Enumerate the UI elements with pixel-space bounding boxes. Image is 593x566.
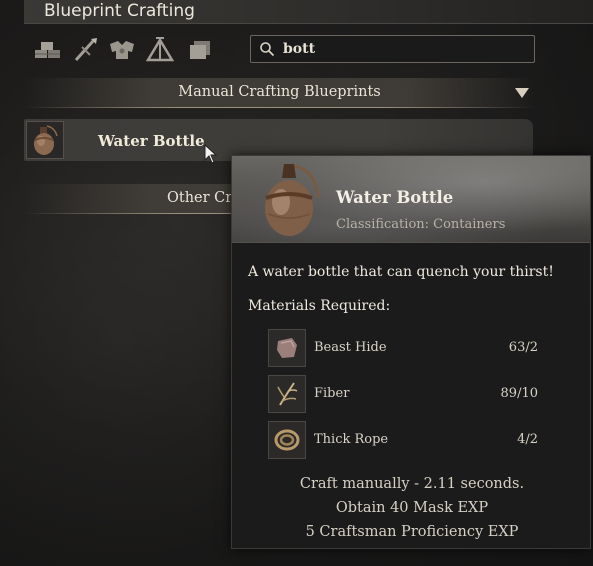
item-tooltip: Water Bottle Classification: Containers … [231, 155, 591, 549]
section-divider [24, 107, 535, 108]
water-bottle-icon [265, 164, 320, 236]
material-row: Thick Rope 4/2 [268, 421, 538, 459]
section-manual-label: Manual Crafting Blueprints [178, 84, 381, 100]
material-count: 4/2 [517, 432, 538, 447]
tooltip-description: A water bottle that can quench your thir… [248, 264, 554, 280]
tooltip-item-name: Water Bottle [336, 188, 454, 207]
material-count: 89/10 [500, 386, 538, 401]
material-row: Beast Hide 63/2 [268, 329, 538, 367]
tooltip-header: Water Bottle Classification: Containers [232, 156, 590, 243]
materials-title: Materials Required: [248, 298, 391, 314]
water-bottle-icon [26, 121, 64, 159]
thick-rope-icon [268, 421, 306, 459]
material-name: Beast Hide [314, 340, 387, 355]
section-manual-header[interactable]: Manual Crafting Blueprints [24, 78, 535, 108]
title-bar: Blueprint Crafting [24, 0, 593, 24]
fiber-icon [268, 375, 306, 413]
materials-stack-icon[interactable] [184, 36, 216, 64]
building-blocks-icon[interactable] [32, 36, 64, 64]
search-box[interactable] [250, 35, 535, 63]
search-input[interactable] [283, 40, 523, 58]
beast-hide-icon [268, 329, 306, 367]
mouse-cursor-icon [204, 144, 218, 164]
camp-tent-icon[interactable] [144, 36, 176, 64]
material-row: Fiber 89/10 [268, 375, 538, 413]
search-icon [260, 42, 275, 57]
mask-exp-text: Obtain 40 Mask EXP [335, 500, 489, 516]
section-other-label: Other Cr [167, 190, 233, 206]
collapse-arrow-icon[interactable] [515, 88, 529, 98]
material-name: Thick Rope [314, 432, 389, 447]
material-name: Fiber [314, 386, 350, 401]
craft-time-text: Craft manually - 2.11 seconds. [299, 476, 525, 492]
tooltip-classification: Classification: Containers [336, 217, 506, 232]
weapon-tools-icon[interactable] [70, 36, 102, 64]
proficiency-exp-text: 5 Craftsman Proficiency EXP [305, 524, 519, 540]
material-count: 63/2 [508, 340, 538, 355]
recipe-name: Water Bottle [98, 132, 205, 150]
armor-icon[interactable] [106, 36, 138, 64]
window-title: Blueprint Crafting [44, 1, 195, 21]
